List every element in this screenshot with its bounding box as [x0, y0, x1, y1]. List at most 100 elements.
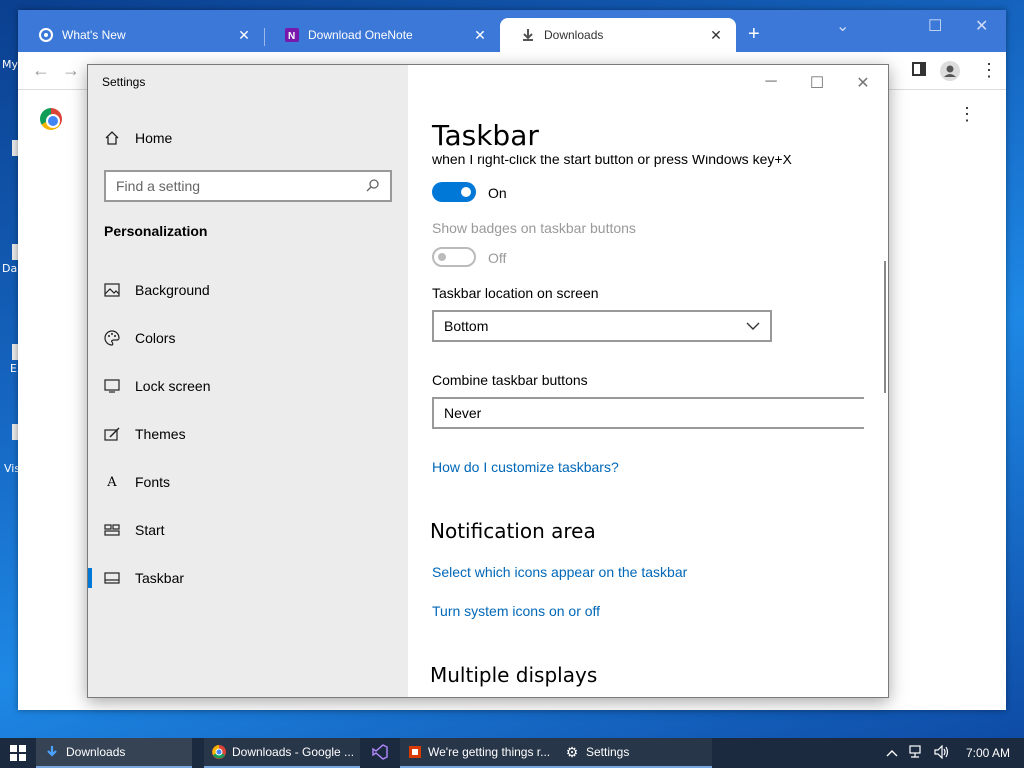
chrome-maximize-button[interactable]: ☐: [928, 16, 942, 36]
desktop-icon-label[interactable]: Da: [2, 262, 17, 275]
chevron-down-icon: [746, 318, 760, 334]
taskbar-item-settings[interactable]: ⚙ Settings: [556, 738, 712, 768]
tab-title: Download OneNote: [308, 28, 413, 42]
maximize-button[interactable]: ☐: [794, 73, 840, 93]
palette-icon: [104, 330, 120, 346]
font-icon: A: [107, 474, 117, 490]
nav-home[interactable]: Home: [88, 118, 408, 158]
clipped-text: when I right-click the start button or p…: [432, 155, 792, 167]
download-icon: [520, 27, 536, 43]
monitor-lock-icon: [104, 378, 120, 394]
chrome-menu-icon[interactable]: ⋮: [980, 61, 998, 79]
side-panel-icon[interactable]: [912, 61, 926, 79]
taskbar-icon: [104, 570, 120, 586]
section-header: Personalization: [104, 223, 208, 239]
close-icon[interactable]: ✕: [708, 27, 724, 44]
close-button[interactable]: ✕: [840, 73, 886, 93]
settings-window: Settings Home Find a setting Personaliza…: [87, 64, 889, 698]
toggle-state-label: On: [488, 185, 507, 201]
location-dropdown[interactable]: Bottom: [432, 310, 772, 342]
taskbar-item-label: Downloads: [66, 745, 126, 759]
chrome-logo-icon: [40, 108, 62, 130]
taskbar: Downloads Downloads - Google ... We're g…: [0, 738, 1024, 768]
onenote-icon: N: [284, 27, 300, 43]
combine-label: Combine taskbar buttons: [432, 372, 588, 388]
taskbar-item-label: Settings: [586, 745, 630, 759]
start-grid-icon: [104, 522, 120, 538]
taskbar-item-office[interactable]: We're getting things r...: [400, 738, 556, 768]
system-tray: 7:00 AM: [886, 744, 1024, 762]
clipped-description: when I right-click the start button or p…: [432, 155, 802, 169]
powershell-toggle[interactable]: [432, 182, 476, 202]
search-icon: [366, 178, 380, 195]
combine-value: Never: [444, 405, 482, 421]
tab-download-onenote[interactable]: N Download OneNote ✕: [264, 18, 500, 52]
nav-themes[interactable]: Themes: [88, 414, 408, 454]
combine-dropdown[interactable]: Never: [432, 397, 864, 429]
window-title: Settings: [102, 75, 146, 89]
nav-start[interactable]: Start: [88, 510, 408, 550]
nav-colors[interactable]: Colors: [88, 318, 408, 358]
system-icons-link[interactable]: Turn system icons on or off: [432, 603, 600, 619]
scrollbar[interactable]: [884, 261, 886, 393]
chrome-icon: [212, 744, 226, 760]
chrome-minimize-button[interactable]: ⌄: [836, 16, 849, 36]
nav-label: Fonts: [135, 474, 171, 490]
network-icon[interactable]: [908, 744, 924, 762]
multiple-displays-header: Multiple displays: [430, 663, 598, 687]
chrome-close-button[interactable]: ✕: [975, 16, 988, 36]
profile-icon[interactable]: [940, 61, 960, 84]
windows-logo-icon: [10, 745, 26, 761]
nav-label: Colors: [135, 330, 176, 346]
nav-label: Start: [135, 522, 165, 538]
taskbar-item-label: We're getting things r...: [428, 745, 551, 759]
minimize-button[interactable]: ─: [748, 73, 794, 91]
nav-taskbar[interactable]: Taskbar: [88, 558, 408, 598]
settings-content: ─ ☐ ✕ Taskbar when I right-click the sta…: [408, 65, 888, 697]
tab-whats-new[interactable]: What's New ✕: [18, 18, 264, 52]
tray-chevron-up-icon[interactable]: [886, 746, 898, 760]
nav-label: Background: [135, 282, 210, 298]
office-icon: [408, 744, 422, 760]
nav-label: Taskbar: [135, 570, 185, 586]
select-icons-link[interactable]: Select which icons appear on the taskbar: [432, 564, 687, 580]
customize-taskbars-link[interactable]: How do I customize taskbars?: [432, 459, 619, 475]
search-input[interactable]: Find a setting: [104, 170, 392, 202]
start-button[interactable]: [0, 738, 36, 768]
nav-label: Themes: [135, 426, 186, 442]
nav-label: Lock screen: [135, 378, 211, 394]
tab-strip: What's New ✕ N Download OneNote ✕ Downlo…: [18, 10, 1006, 52]
nav-home-label: Home: [135, 130, 173, 146]
tab-downloads[interactable]: Downloads ✕: [500, 18, 736, 52]
gear-icon: ⚙: [565, 743, 579, 760]
download-arrow-icon: [44, 744, 60, 760]
downloads-menu-icon[interactable]: ⋮: [958, 105, 976, 123]
close-icon[interactable]: ✕: [472, 27, 488, 44]
clock[interactable]: 7:00 AM: [966, 746, 1010, 760]
nav-fonts[interactable]: A Fonts: [88, 462, 408, 502]
tab-title: What's New: [62, 28, 126, 42]
desktop-icon-label[interactable]: E: [10, 362, 17, 375]
badges-toggle: [432, 247, 476, 267]
visual-studio-icon: [372, 744, 388, 760]
nav-background[interactable]: Background: [88, 270, 408, 310]
taskbar-item-downloads[interactable]: Downloads: [36, 738, 192, 768]
location-label: Taskbar location on screen: [432, 285, 599, 301]
badges-label: Show badges on taskbar buttons: [432, 220, 636, 236]
desktop-icon-label[interactable]: My: [2, 58, 18, 71]
forward-arrow-icon[interactable]: →: [62, 61, 80, 79]
volume-icon[interactable]: [934, 744, 950, 762]
brush-icon: [104, 426, 120, 442]
close-icon[interactable]: ✕: [236, 27, 252, 44]
location-value: Bottom: [444, 318, 489, 334]
taskbar-item-chrome[interactable]: Downloads - Google ...: [204, 738, 360, 768]
nav-lock-screen[interactable]: Lock screen: [88, 366, 408, 406]
picture-icon: [104, 282, 120, 298]
taskbar-item-visual-studio[interactable]: [360, 738, 400, 768]
svg-text:N: N: [288, 31, 295, 42]
taskbar-item-label: Downloads - Google ...: [232, 745, 355, 759]
page-title: Taskbar: [432, 119, 539, 152]
back-arrow-icon[interactable]: ←: [32, 61, 50, 79]
new-tab-button[interactable]: +: [748, 24, 760, 44]
chrome-settings-icon: [38, 27, 54, 43]
